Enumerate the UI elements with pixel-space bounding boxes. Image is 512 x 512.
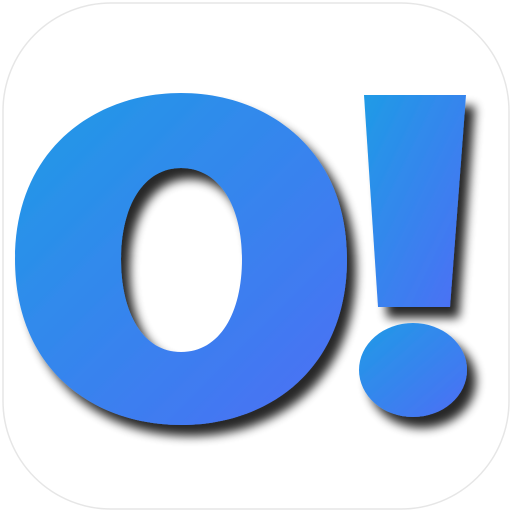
- app-icon-canvas: [0, 0, 512, 512]
- app-icon[interactable]: [0, 0, 512, 512]
- logo-exclamation-dot: [359, 323, 467, 417]
- logo-exclamation-bar: [364, 95, 466, 307]
